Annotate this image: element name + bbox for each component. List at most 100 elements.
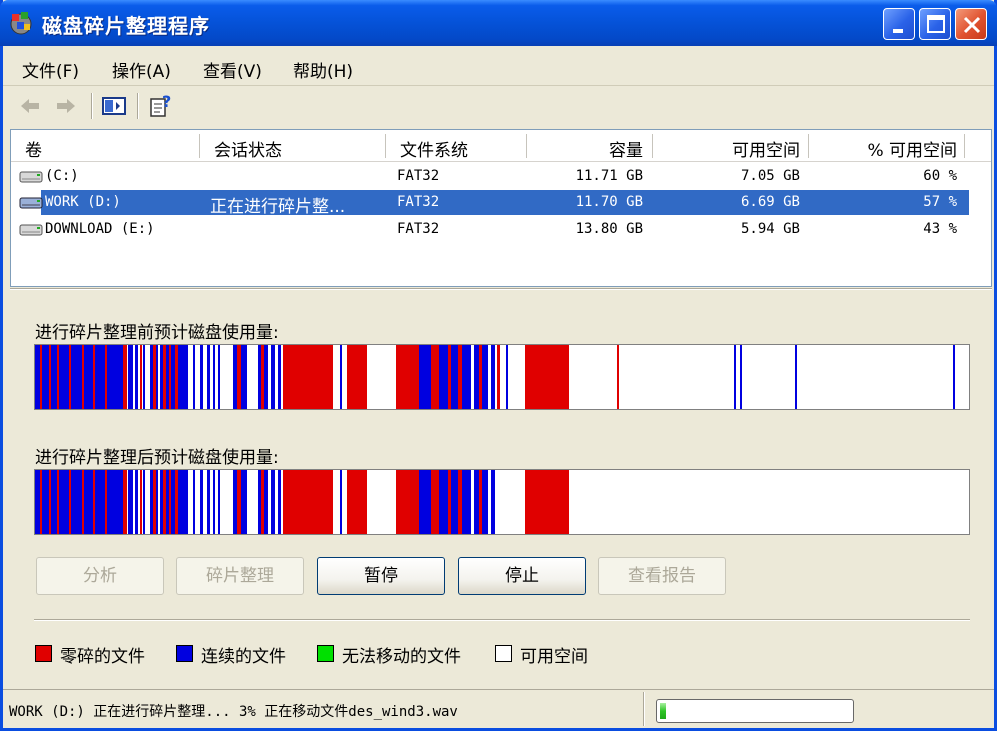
disk-cluster-band (35, 470, 123, 534)
volume-free: 5.94 GB (740, 221, 800, 237)
menu-view[interactable]: 查看(V) (203, 57, 262, 82)
legend-contiguous: 连续的文件 (201, 647, 286, 667)
column-divider[interactable] (808, 134, 809, 158)
svg-text:?: ? (162, 93, 171, 111)
disk-cluster-band (340, 470, 342, 534)
unmovable-swatch (317, 645, 334, 662)
minimize-icon (893, 29, 903, 33)
drive-icon (19, 224, 43, 236)
disk-cluster-band (175, 345, 178, 409)
disk-cluster-band (40, 470, 42, 534)
col-file-system[interactable]: 文件系统 (400, 136, 468, 161)
maximize-button[interactable] (919, 8, 951, 40)
after-usage-label: 进行碎片整理后预计磁盘使用量: (35, 448, 279, 468)
volume-name: (C:) (45, 168, 79, 184)
disk-cluster-band (207, 345, 210, 409)
column-divider[interactable] (385, 134, 386, 158)
disk-cluster-band (218, 345, 220, 409)
analyze-button[interactable]: 分析 (36, 557, 164, 595)
column-divider[interactable] (964, 134, 965, 158)
disk-cluster-band (69, 470, 71, 534)
volume-row-e[interactable]: DOWNLOAD (E:) FAT32 13.80 GB 5.94 GB 43 … (11, 217, 991, 242)
disk-cluster-band (237, 345, 241, 409)
disk-cluster-band (153, 470, 156, 534)
volume-row-d[interactable]: WORK (D:) 正在进行碎片整... FAT32 11.70 GB 6.69… (11, 190, 991, 217)
disk-cluster-band (40, 345, 42, 409)
volume-fs: FAT32 (397, 221, 440, 237)
pause-button[interactable]: 暂停 (317, 557, 445, 595)
volume-fs: FAT32 (397, 168, 440, 184)
status-bar: WORK (D:) 正在进行碎片整理... 3% 正在移动文件des_wind3… (3, 689, 994, 728)
volume-free: 7.05 GB (740, 168, 800, 184)
before-usage-map (34, 344, 970, 410)
legend-fragmented: 零碎的文件 (60, 647, 145, 667)
col-pct-free[interactable]: % 可用空间 (823, 136, 957, 161)
toolbar: ? (3, 87, 994, 125)
col-session-status[interactable]: 会话状态 (214, 136, 282, 161)
disk-cluster-band (237, 470, 241, 534)
disk-cluster-band (271, 345, 275, 409)
disk-cluster-band (740, 345, 742, 409)
menu-file[interactable]: 文件(F) (22, 57, 79, 82)
disk-cluster-band (123, 345, 127, 409)
drive-icon (19, 171, 43, 183)
help-properties-icon[interactable]: ? (148, 93, 174, 119)
legend-unmovable: 无法移动的文件 (342, 647, 461, 667)
disk-cluster-band (163, 470, 166, 534)
maximize-icon (927, 15, 945, 33)
back-icon[interactable] (17, 93, 43, 119)
disk-cluster-band (953, 345, 955, 409)
disk-cluster-band (278, 470, 281, 534)
volume-capacity: 11.71 GB (575, 168, 643, 184)
volume-name: WORK (D:) (45, 194, 121, 210)
disk-cluster-band (261, 345, 264, 409)
volume-row-c[interactable]: (C:) FAT32 11.71 GB 7.05 GB 60 % (11, 164, 991, 189)
column-divider[interactable] (652, 134, 653, 158)
view-report-button[interactable]: 查看报告 (598, 557, 726, 595)
forward-icon[interactable] (53, 93, 79, 119)
disk-cluster-band (439, 470, 471, 534)
volume-pct-free: 57 % (923, 194, 957, 210)
col-free-space[interactable]: 可用空间 (666, 136, 800, 161)
fragmented-swatch (35, 645, 52, 662)
disk-cluster-band (506, 345, 508, 409)
disk-cluster-band (169, 470, 171, 534)
disk-cluster-band (439, 345, 471, 409)
before-usage-label: 进行碎片整理前预计磁盘使用量: (35, 323, 279, 343)
disk-cluster-band (347, 345, 367, 409)
minimize-button[interactable] (883, 8, 915, 40)
volume-capacity: 11.70 GB (575, 194, 643, 210)
disk-cluster-band (49, 470, 51, 534)
disk-cluster-band (285, 470, 333, 534)
column-divider[interactable] (526, 134, 527, 158)
disk-cluster-band (140, 470, 142, 534)
disk-cluster-band (448, 470, 451, 534)
disk-cluster-band (57, 345, 59, 409)
status-pane-separator (643, 692, 645, 726)
close-button[interactable] (955, 8, 987, 40)
disk-cluster-band (69, 345, 71, 409)
col-volume[interactable]: 卷 (25, 136, 42, 161)
title-bar[interactable]: 磁盘碎片整理程序 (0, 0, 997, 46)
disk-cluster-band (218, 470, 220, 534)
disk-cluster-band (128, 470, 133, 534)
menu-action[interactable]: 操作(A) (112, 57, 171, 82)
volume-pct-free: 43 % (923, 221, 957, 237)
disk-cluster-band (283, 345, 285, 409)
disk-cluster-band (93, 345, 95, 409)
drive-icon (19, 197, 43, 209)
col-capacity[interactable]: 容量 (541, 136, 643, 161)
disk-cluster-band (123, 470, 127, 534)
disk-cluster-band (419, 345, 431, 409)
menu-help[interactable]: 帮助(H) (293, 57, 353, 82)
volume-fs: FAT32 (397, 194, 440, 210)
panel-splitter[interactable] (10, 288, 992, 290)
column-divider[interactable] (199, 134, 200, 158)
defrag-app-icon (10, 12, 32, 35)
defragment-button[interactable]: 碎片整理 (176, 557, 304, 595)
disk-cluster-band (105, 470, 107, 534)
stop-button[interactable]: 停止 (458, 557, 586, 595)
disk-cluster-band (175, 470, 178, 534)
view-panel-icon[interactable] (101, 93, 127, 119)
disk-cluster-band (278, 345, 281, 409)
